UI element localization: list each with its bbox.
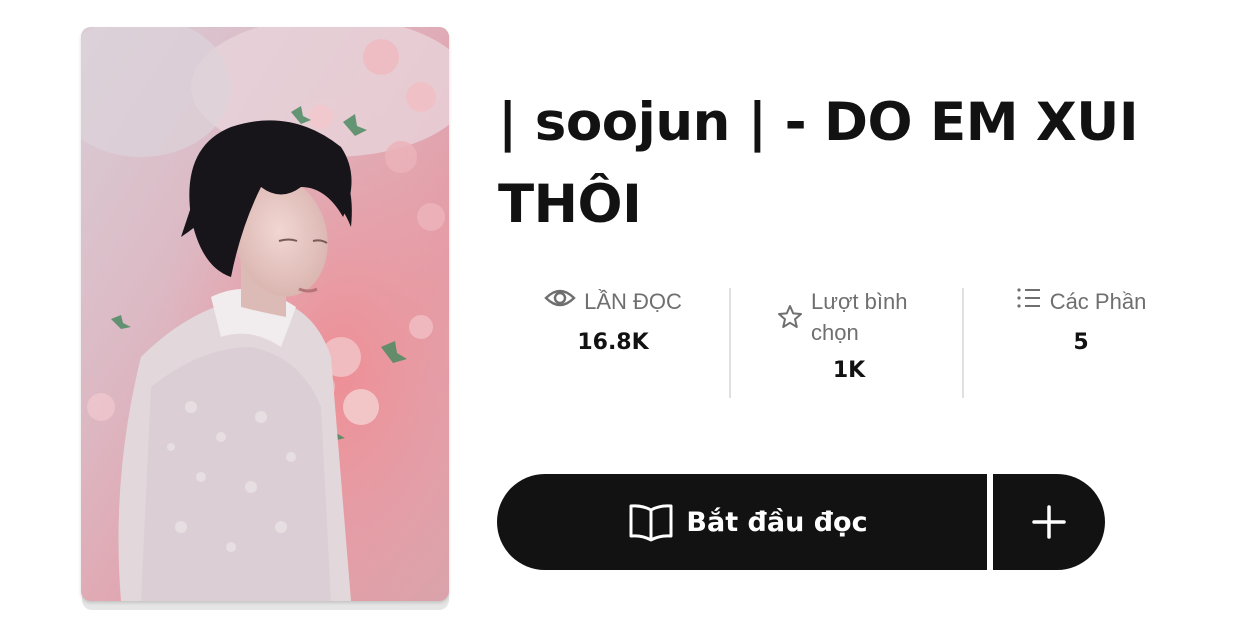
stat-divider (729, 288, 731, 398)
story-title: | soojun | - DO EM XUI THÔI (498, 92, 1139, 235)
stat-reads-value: 16.8K (577, 330, 649, 355)
stat-parts-label: Các Phần (1049, 289, 1147, 314)
stat-parts: Các Phần 5 (1006, 286, 1156, 358)
list-icon (1016, 286, 1042, 310)
add-to-list-button[interactable] (993, 474, 1105, 570)
plus-icon (1031, 504, 1067, 540)
stat-parts-value: 5 (1073, 330, 1089, 355)
stat-divider (962, 288, 964, 398)
start-reading-button[interactable]: Bắt đầu đọc (497, 474, 987, 570)
eye-icon (544, 286, 576, 310)
stat-parts-label-row: Các Phần (1006, 286, 1156, 317)
open-book-icon (628, 502, 674, 546)
stat-votes: Lượt bình chọn 1K (764, 286, 934, 386)
stat-reads-label-row: LẦN ĐỌC (538, 286, 688, 317)
story-stats: LẦN ĐỌC 16.8K Lượt bình chọn 1K Các Phần… (498, 286, 1198, 400)
cover-artwork (81, 27, 449, 601)
stat-votes-value: 1K (832, 358, 866, 383)
stat-reads: LẦN ĐỌC 16.8K (538, 286, 688, 358)
star-icon (777, 304, 803, 330)
stat-reads-label: LẦN ĐỌC (584, 289, 682, 314)
story-info-page: | soojun | - DO EM XUI THÔI LẦN ĐỌC 16.8… (0, 0, 1260, 634)
stat-votes-label-row: Lượt bình chọn (764, 286, 934, 348)
story-cover-image[interactable] (81, 27, 449, 601)
stat-votes-label: Lượt bình chọn (811, 289, 908, 345)
